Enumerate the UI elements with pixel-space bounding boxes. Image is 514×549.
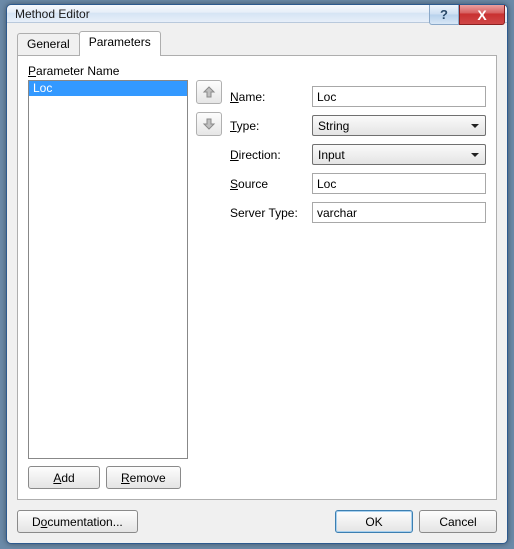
row-type: Type: String [230, 115, 486, 136]
direction-label: Direction: [230, 148, 312, 162]
reorder-buttons [196, 80, 222, 489]
titlebar[interactable]: Method Editor ? X [7, 5, 507, 23]
close-button[interactable]: X [459, 5, 505, 25]
row-direction: Direction: Input [230, 144, 486, 165]
tab-parameters[interactable]: Parameters [79, 31, 161, 56]
tab-panel-parameters: Parameter Name Loc Add Remove [17, 55, 497, 500]
direction-combo[interactable]: Input [312, 144, 486, 165]
close-icon: X [477, 7, 486, 23]
footer-row: Documentation... OK Cancel [17, 510, 497, 533]
move-up-button[interactable] [196, 80, 222, 104]
row-name: Name: [230, 86, 486, 107]
row-server-type: Server Type: [230, 202, 486, 223]
list-item[interactable]: Loc [29, 81, 187, 96]
move-down-button[interactable] [196, 112, 222, 136]
tab-general[interactable]: General [17, 33, 80, 55]
add-button[interactable]: Add [28, 466, 100, 489]
row-source: Source [230, 173, 486, 194]
help-button[interactable]: ? [429, 5, 459, 25]
tab-strip: General Parameters [17, 31, 497, 55]
ok-button[interactable]: OK [335, 510, 413, 533]
list-column: Loc Add Remove [28, 80, 188, 489]
server-type-input[interactable] [312, 202, 486, 223]
chevron-down-icon [471, 153, 479, 157]
parameter-list-label: Parameter Name [28, 64, 486, 78]
panel-body: Loc Add Remove [28, 80, 486, 489]
name-label: Name: [230, 90, 312, 104]
window-title: Method Editor [7, 7, 90, 21]
parameter-listbox[interactable]: Loc [28, 80, 188, 459]
titlebar-buttons: ? X [429, 5, 505, 25]
documentation-button[interactable]: Documentation... [17, 510, 138, 533]
direction-value: Input [318, 148, 471, 162]
client-area: General Parameters Parameter Name Loc Ad… [7, 23, 507, 543]
dialog-window: Method Editor ? X General Parameters Par… [6, 4, 508, 544]
details-form: Name: Type: String Direction: Input [230, 80, 486, 489]
arrow-up-icon [202, 85, 216, 99]
arrow-down-icon [202, 117, 216, 131]
name-input[interactable] [312, 86, 486, 107]
help-icon: ? [440, 7, 448, 22]
cancel-button[interactable]: Cancel [419, 510, 497, 533]
chevron-down-icon [471, 124, 479, 128]
remove-button[interactable]: Remove [106, 466, 181, 489]
server-type-label: Server Type: [230, 206, 312, 220]
source-label: Source [230, 177, 312, 191]
type-value: String [318, 119, 471, 133]
source-input[interactable] [312, 173, 486, 194]
type-label: Type: [230, 119, 312, 133]
type-combo[interactable]: String [312, 115, 486, 136]
list-buttons: Add Remove [28, 466, 188, 489]
